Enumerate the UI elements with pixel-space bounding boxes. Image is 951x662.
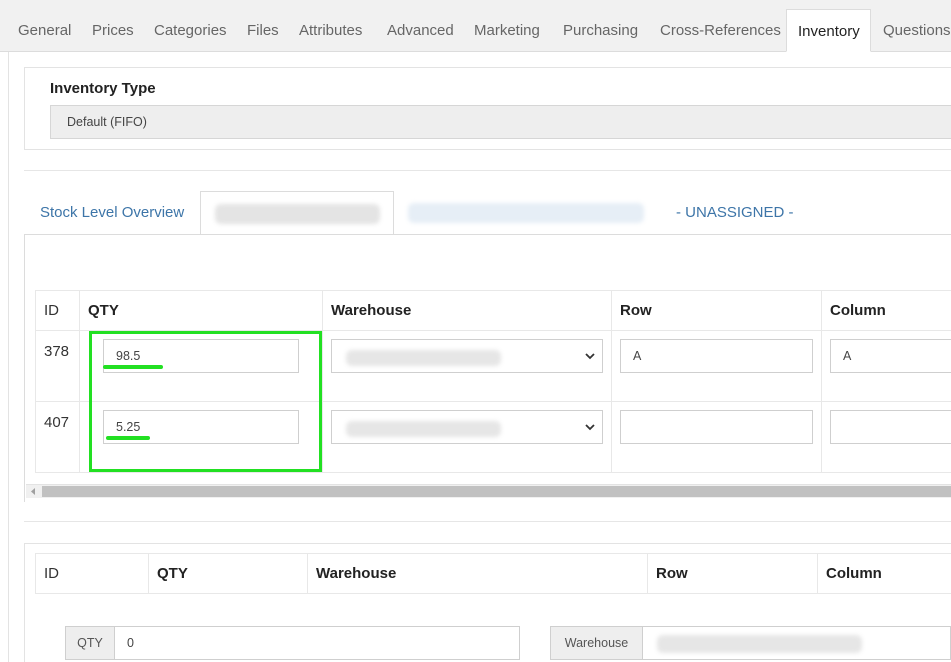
new-warehouse-select[interactable]: [643, 626, 951, 660]
chevron-down-icon: [585, 353, 595, 360]
tab-general[interactable]: General: [7, 9, 82, 52]
row-input[interactable]: [620, 410, 813, 444]
inventory-type-label: Inventory Type: [50, 80, 156, 97]
column-header-column: Column: [830, 302, 886, 319]
column-header-qty: QTY: [88, 302, 119, 319]
column-divider: [322, 290, 323, 473]
highlight-underline: [103, 365, 163, 369]
redacted-warehouse: [346, 350, 501, 366]
tab-inventory[interactable]: Inventory: [786, 9, 871, 52]
redacted-tab-label: [215, 204, 380, 224]
inventory-type-select[interactable]: Default (FIFO): [50, 105, 951, 139]
redacted-warehouse: [657, 635, 862, 653]
subtab-stock-level-overview[interactable]: Stock Level Overview: [40, 191, 184, 235]
column-header-qty: QTY: [157, 565, 188, 582]
chevron-down-icon: [585, 424, 595, 431]
scroll-left-arrow-icon[interactable]: [29, 487, 37, 496]
tab-advanced[interactable]: Advanced: [376, 9, 465, 52]
column-divider: [817, 553, 818, 594]
row-id: 378: [44, 343, 70, 360]
column-header-row: Row: [620, 302, 652, 319]
tab-categories[interactable]: Categories: [143, 9, 238, 52]
column-divider: [611, 290, 612, 473]
warehouse-select[interactable]: [331, 339, 603, 373]
tab-files[interactable]: Files: [236, 9, 290, 52]
scrollbar-thumb[interactable]: [42, 486, 951, 497]
row-id: 407: [44, 414, 70, 431]
column-header-row: Row: [656, 565, 688, 582]
column-divider: [821, 290, 822, 473]
redacted-tab-label: [408, 203, 644, 223]
warehouse-addon-label: Warehouse: [550, 626, 643, 660]
column-divider: [647, 553, 648, 594]
qty-addon-label: QTY: [65, 626, 115, 660]
subtab-unassigned[interactable]: - UNASSIGNED -: [676, 191, 794, 235]
tab-attributes[interactable]: Attributes: [288, 9, 373, 52]
column-divider: [307, 553, 308, 594]
tab-prices[interactable]: Prices: [81, 9, 145, 52]
column-header-warehouse: Warehouse: [316, 565, 397, 582]
column-header-id: ID: [44, 565, 59, 582]
row-input[interactable]: A: [620, 339, 813, 373]
warehouse-select[interactable]: [331, 410, 603, 444]
column-input[interactable]: [830, 410, 951, 444]
tab-cross-references[interactable]: Cross-References: [649, 9, 792, 52]
product-tab-bar: General Prices Categories Files Attribut…: [0, 0, 951, 52]
highlight-underline: [106, 436, 150, 440]
tab-marketing[interactable]: Marketing: [463, 9, 551, 52]
subtab-warehouse[interactable]: [408, 191, 644, 235]
column-header-warehouse: Warehouse: [331, 302, 412, 319]
redacted-warehouse: [346, 421, 501, 437]
subtab-warehouse-active[interactable]: [200, 191, 394, 235]
column-header-column: Column: [826, 565, 882, 582]
divider: [24, 521, 951, 522]
divider: [24, 170, 951, 171]
new-qty-input[interactable]: 0: [115, 626, 520, 660]
column-divider: [79, 290, 80, 473]
column-header-id: ID: [44, 302, 59, 319]
column-input[interactable]: A: [830, 339, 951, 373]
column-divider: [148, 553, 149, 594]
highlight-box: [89, 331, 322, 472]
tab-questions[interactable]: Questions: [872, 9, 951, 52]
tab-purchasing[interactable]: Purchasing: [552, 9, 649, 52]
